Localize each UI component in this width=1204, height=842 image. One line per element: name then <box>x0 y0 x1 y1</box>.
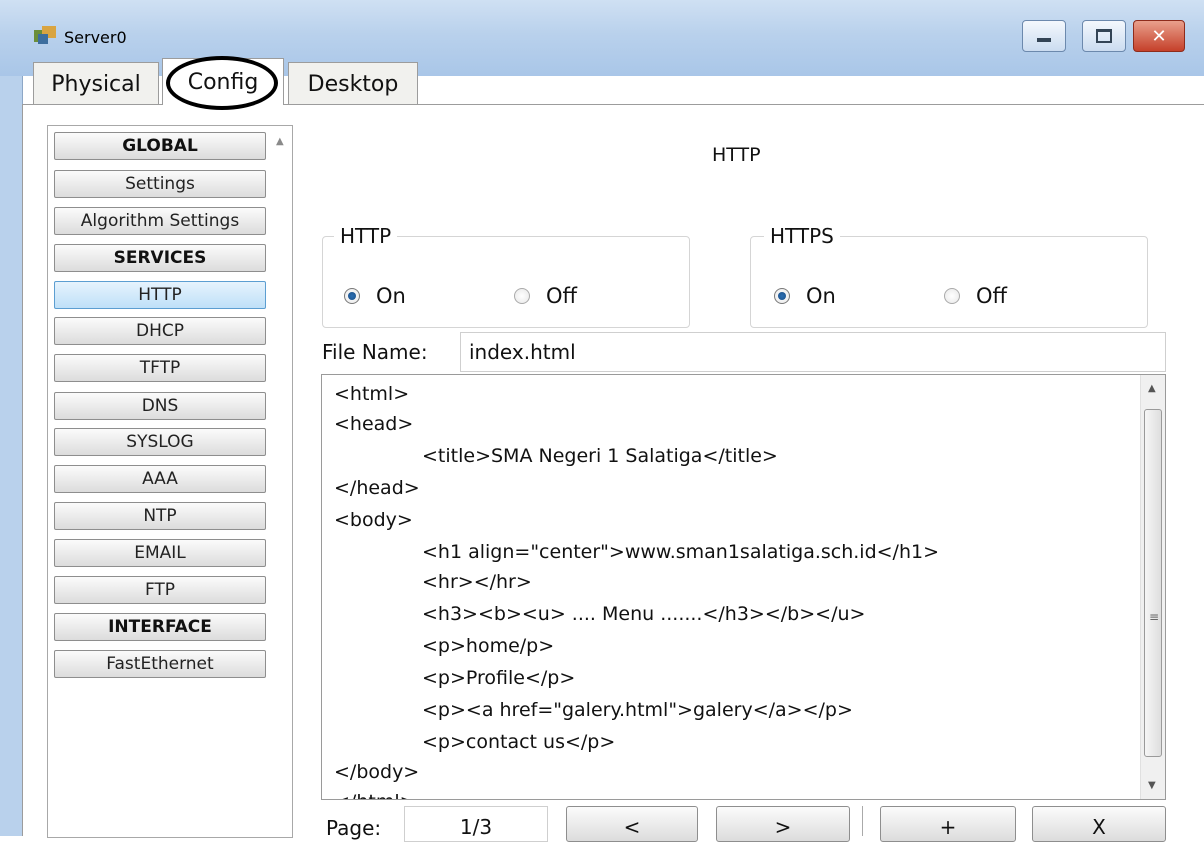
sidebar-item-label: EMAIL <box>134 543 186 563</box>
scrollbar-thumb[interactable]: ≡ <box>1144 409 1162 757</box>
sidebar-item-label: AAA <box>142 469 178 489</box>
code-line: <title>SMA Negeri 1 Salatiga</title> <box>422 445 778 467</box>
sidebar-item-aaa[interactable]: AAA <box>54 465 266 493</box>
sidebar-item-syslog[interactable]: SYSLOG <box>54 428 266 456</box>
radio-label: On <box>376 284 406 308</box>
window-left-border <box>0 76 23 836</box>
page-title: HTTP <box>712 144 761 166</box>
code-line: </head> <box>334 477 420 499</box>
grip-icon: ≡ <box>1149 610 1160 624</box>
code-line: <h3><b><u> .... Menu .......</h3></b></u… <box>422 603 866 625</box>
sidebar-item-ftp[interactable]: FTP <box>54 576 266 604</box>
sidebar-item-tftp[interactable]: TFTP <box>54 354 266 382</box>
tab-desktop-label: Desktop <box>307 71 399 97</box>
sidebar-item-label: FTP <box>144 580 176 600</box>
code-line: <p><a href="galery.html">galery</a></p> <box>422 699 853 721</box>
radio-selected-icon <box>344 288 360 304</box>
close-icon: ✕ <box>1151 25 1167 47</box>
file-name-label: File Name: <box>322 340 428 364</box>
sidebar-item-label: Settings <box>125 174 195 194</box>
sidebar-item-email[interactable]: EMAIL <box>54 539 266 567</box>
html-editor[interactable]: <html> <head> <title>SMA Negeri 1 Salati… <box>321 374 1166 800</box>
delete-page-button[interactable]: X <box>1032 806 1166 842</box>
add-page-button[interactable]: + <box>880 806 1016 842</box>
http-off-radio[interactable]: Off <box>514 284 577 308</box>
tab-desktop[interactable]: Desktop <box>288 62 418 105</box>
next-page-button[interactable]: > <box>716 806 850 842</box>
sidebar-item-label: SYSLOG <box>126 432 194 452</box>
code-line: <hr></hr> <box>422 571 532 593</box>
radio-label: Off <box>546 284 577 308</box>
sidebar-item-label: GLOBAL <box>122 136 198 156</box>
sidebar-item-label: SERVICES <box>113 248 207 268</box>
sidebar-item-dhcp[interactable]: DHCP <box>54 317 266 345</box>
code-line: <body> <box>334 509 413 531</box>
http-group <box>322 236 690 328</box>
sidebar-item-dns[interactable]: DNS <box>54 392 266 420</box>
code-line: <p>home/p> <box>422 635 555 657</box>
radio-selected-icon <box>774 288 790 304</box>
radio-label: Off <box>976 284 1007 308</box>
sidebar-item-fastethernet[interactable]: FastEthernet <box>54 650 266 678</box>
scroll-up-icon[interactable]: ▲ <box>1148 383 1156 394</box>
sidebar-item-label: Algorithm Settings <box>80 211 240 231</box>
page-label: Page: <box>326 816 382 840</box>
http-group-legend: HTTP <box>334 224 398 248</box>
scroll-down-icon[interactable]: ▼ <box>1148 780 1156 791</box>
circle-annotation <box>166 56 278 110</box>
sidebar: GLOBAL Settings Algorithm Settings SERVI… <box>47 125 293 838</box>
https-on-radio[interactable]: On <box>774 284 836 308</box>
radio-unselected-icon <box>514 288 530 304</box>
previous-page-button[interactable]: < <box>566 806 698 842</box>
code-line: <h1 align="center">www.sman1salatiga.sch… <box>422 541 940 563</box>
sidebar-item-label: INTERFACE <box>108 617 212 637</box>
server-icon <box>34 26 56 44</box>
sidebar-item-label: TFTP <box>139 358 181 378</box>
window-title: Server0 <box>64 28 127 47</box>
tab-physical-label: Physical <box>51 71 141 97</box>
code-line: <html> <box>334 383 410 405</box>
sidebar-header-services: SERVICES <box>54 244 266 272</box>
sidebar-scrollbar[interactable]: ▲ <box>272 126 290 837</box>
code-line: </html> <box>334 791 416 799</box>
code-line: <p>Profile</p> <box>422 667 576 689</box>
minimize-button[interactable] <box>1022 20 1066 52</box>
sidebar-item-label: DHCP <box>136 321 184 341</box>
sidebar-item-label: NTP <box>143 506 177 526</box>
sidebar-item-label: FastEthernet <box>106 654 214 674</box>
sidebar-item-label: HTTP <box>138 285 182 305</box>
code-line: </body> <box>334 761 420 783</box>
page-indicator[interactable]: 1/3 <box>404 806 548 842</box>
sidebar-item-ntp[interactable]: NTP <box>54 502 266 530</box>
editor-scrollbar[interactable]: ▲ ≡ ▼ <box>1140 375 1165 799</box>
tab-physical[interactable]: Physical <box>33 62 159 105</box>
scroll-up-icon[interactable]: ▲ <box>276 136 284 147</box>
http-on-radio[interactable]: On <box>344 284 406 308</box>
sidebar-item-label: DNS <box>141 396 179 416</box>
divider <box>862 806 863 836</box>
minimize-icon <box>1037 38 1051 42</box>
code-line: <p>contact us</p> <box>422 731 616 753</box>
sidebar-item-http[interactable]: HTTP <box>54 281 266 309</box>
close-button[interactable]: ✕ <box>1133 20 1185 52</box>
maximize-button[interactable] <box>1082 20 1126 52</box>
radio-label: On <box>806 284 836 308</box>
sidebar-item-settings[interactable]: Settings <box>54 170 266 198</box>
radio-unselected-icon <box>944 288 960 304</box>
https-group-legend: HTTPS <box>764 224 840 248</box>
sidebar-item-algorithm-settings[interactable]: Algorithm Settings <box>54 207 266 235</box>
maximize-icon <box>1096 29 1112 43</box>
sidebar-header-global: GLOBAL <box>54 132 266 160</box>
code-line: <head> <box>334 413 414 435</box>
https-off-radio[interactable]: Off <box>944 284 1007 308</box>
sidebar-header-interface: INTERFACE <box>54 613 266 641</box>
file-name-input[interactable] <box>460 332 1166 372</box>
https-group <box>750 236 1148 328</box>
